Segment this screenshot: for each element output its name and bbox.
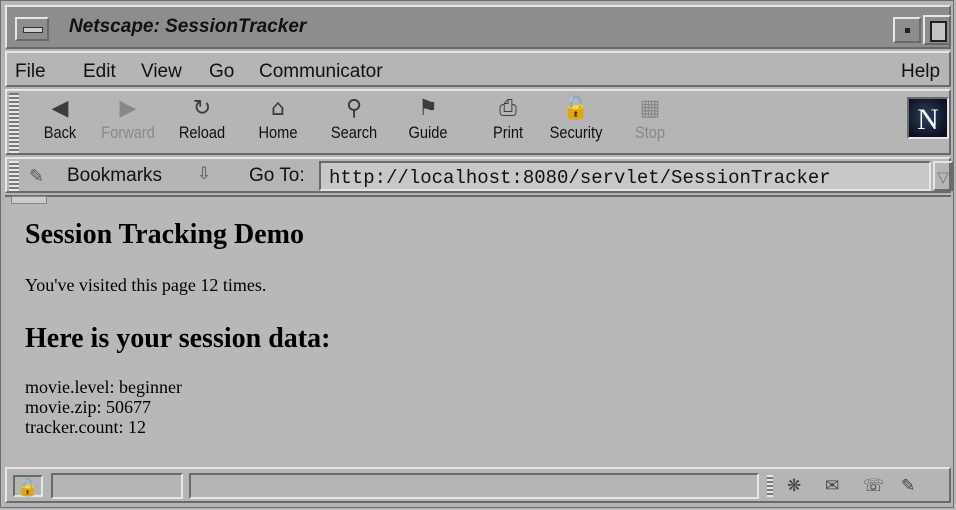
- bookmarks-icon[interactable]: ✎: [29, 166, 44, 187]
- location-toolbar: ✎ Bookmarks ⇩ Go To: http://localhost:80…: [5, 157, 953, 193]
- title-bar: Netscape: SessionTracker: [5, 5, 951, 49]
- security-button[interactable]: 🔓 Security: [541, 95, 611, 153]
- minimize-button[interactable]: [893, 17, 921, 43]
- print-label: Print: [492, 123, 524, 142]
- location-grip[interactable]: [9, 161, 19, 191]
- menu-file[interactable]: File: [15, 61, 46, 83]
- session-data-line: tracker.count: 12: [25, 417, 146, 437]
- session-data-line: movie.zip: 50677: [25, 397, 151, 417]
- home-icon: ⌂: [271, 96, 285, 121]
- url-text: http://localhost:8080/servlet/SessionTra…: [329, 167, 831, 189]
- menu-view[interactable]: View: [141, 61, 182, 83]
- guide-icon: ⚑: [418, 96, 438, 121]
- security-label: Security: [549, 123, 603, 142]
- discussions-icon[interactable]: ☏: [863, 476, 884, 496]
- guide-label: Guide: [408, 123, 448, 142]
- reload-icon: ↻: [192, 96, 212, 121]
- session-data-heading: Here is your session data:: [25, 323, 331, 354]
- url-input[interactable]: http://localhost:8080/servlet/SessionTra…: [319, 161, 931, 191]
- search-icon: ⚲: [345, 96, 363, 121]
- visit-count-text: You've visited this page 12 times.: [25, 275, 267, 295]
- padlock-icon: 🔓: [562, 96, 590, 121]
- stop-button[interactable]: ▦ Stop: [615, 95, 685, 153]
- bookmarks-button[interactable]: Bookmarks: [67, 165, 162, 187]
- back-button[interactable]: ◀ Back: [25, 95, 95, 153]
- window-menu-button[interactable]: [15, 17, 49, 41]
- toolbar-grip[interactable]: [9, 93, 19, 153]
- reload-label: Reload: [178, 123, 226, 142]
- printer-icon: ⎙: [499, 96, 517, 121]
- print-button[interactable]: ⎙ Print: [473, 95, 543, 153]
- netscape-logo[interactable]: N: [907, 97, 949, 139]
- goto-label: Go To:: [249, 165, 305, 186]
- menu-communicator[interactable]: Communicator: [259, 61, 383, 83]
- browser-window: Netscape: SessionTracker File Edit View …: [0, 0, 954, 508]
- menu-go[interactable]: Go: [209, 61, 234, 83]
- forward-button[interactable]: ▶ Forward: [93, 95, 163, 153]
- navigation-toolbar: ◀ Back ▶ Forward ↻ Reload ⌂ Home ⚲ Searc…: [5, 89, 951, 155]
- forward-arrow-icon: ▶: [119, 96, 137, 121]
- menu-edit[interactable]: Edit: [83, 61, 116, 83]
- menu-help[interactable]: Help: [901, 61, 940, 83]
- component-bar-grip[interactable]: [767, 475, 773, 497]
- status-bar: 🔓 ❋ ✉ ☏ ✎: [5, 467, 951, 503]
- page-heading: Session Tracking Demo: [25, 219, 304, 250]
- chevron-down-icon: ▽: [937, 168, 949, 186]
- window-title: Netscape: SessionTracker: [69, 16, 307, 37]
- page-content: Session Tracking Demo You've visited thi…: [5, 195, 951, 465]
- bookmark-add-icon[interactable]: ⇩: [197, 164, 211, 184]
- security-lock-icon[interactable]: 🔓: [13, 475, 43, 498]
- mail-icon[interactable]: ✉: [825, 476, 839, 496]
- reload-button[interactable]: ↻ Reload: [167, 95, 237, 153]
- home-label: Home: [258, 123, 298, 142]
- composer-icon[interactable]: ✎: [901, 476, 915, 496]
- stop-label: Stop: [634, 123, 666, 142]
- home-button[interactable]: ⌂ Home: [243, 95, 313, 153]
- stop-icon: ▦: [639, 96, 661, 121]
- progress-field: [51, 473, 183, 499]
- status-message-field: [189, 473, 759, 499]
- back-arrow-icon: ◀: [51, 96, 69, 121]
- back-label: Back: [43, 123, 77, 142]
- search-label: Search: [330, 123, 378, 142]
- url-dropdown-button[interactable]: ▽: [933, 161, 953, 191]
- menu-bar: File Edit View Go Communicator Help: [5, 51, 951, 87]
- guide-button[interactable]: ⚑ Guide: [393, 95, 463, 153]
- forward-label: Forward: [101, 123, 155, 142]
- maximize-button[interactable]: [923, 15, 951, 45]
- navigator-icon[interactable]: ❋: [787, 476, 801, 496]
- collapse-handle[interactable]: [11, 196, 47, 204]
- session-data-line: movie.level: beginner: [25, 377, 182, 397]
- search-button[interactable]: ⚲ Search: [319, 95, 389, 153]
